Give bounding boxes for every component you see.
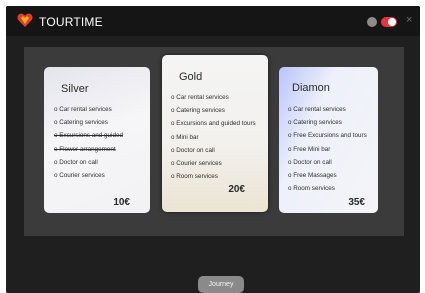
feature-item: o Doctor on call	[54, 158, 98, 166]
plan-card-diamond[interactable]: Diamon o Car rental services o Catering …	[279, 67, 378, 213]
title-bar: TOURTIME ×	[6, 6, 420, 36]
plan-features: o Car rental services o Catering service…	[288, 103, 367, 195]
feature-item: o Courier services	[171, 159, 222, 167]
feature-item: o Car rental services	[288, 106, 346, 113]
feature-item: o Catering services	[171, 107, 225, 115]
feature-item: o Courier services	[54, 171, 105, 179]
feature-item: o Catering services	[54, 119, 108, 127]
plan-card-gold[interactable]: Gold o Car rental services o Catering se…	[162, 55, 268, 212]
feature-item: o Excursions and guided	[54, 132, 123, 140]
plan-title: Gold	[179, 71, 203, 83]
theme-toggle[interactable]	[381, 17, 397, 27]
plan-price: 10€	[113, 197, 130, 208]
plan-title: Diamon	[292, 82, 330, 94]
feature-item: o Doctor on call	[288, 158, 332, 166]
feature-item: o Car rental services	[171, 94, 229, 101]
plan-card-silver[interactable]: Silver o Car rental services o Catering …	[44, 67, 150, 213]
plan-price: 20€	[228, 184, 245, 195]
feature-item: o Room services	[288, 185, 335, 193]
app-logo-icon	[17, 13, 33, 27]
feature-item: o Free Massages	[288, 171, 337, 179]
toggle-knob	[388, 18, 396, 26]
plan-features: o Car rental services o Catering service…	[171, 91, 256, 183]
feature-item: o Catering services	[288, 119, 342, 127]
feature-item: o Doctor on call	[171, 146, 215, 154]
feature-item: o Room services	[171, 173, 218, 181]
feature-item: o Free Excursions and tours	[288, 132, 367, 140]
globe-icon[interactable]	[367, 17, 377, 27]
feature-item: o Free Mini bar	[288, 145, 331, 153]
journey-button[interactable]: Journey	[198, 276, 244, 293]
feature-item: o Excursions and guided tours	[171, 120, 256, 128]
feature-item: o Flower arrangement	[54, 145, 116, 153]
plan-price: 35€	[348, 197, 365, 208]
app-title: TOURTIME	[39, 15, 103, 29]
plan-features: o Car rental services o Catering service…	[54, 103, 123, 182]
plan-title: Silver	[61, 83, 89, 95]
feature-item: o Mini bar	[171, 133, 199, 141]
feature-item: o Car rental services	[54, 106, 112, 113]
close-icon[interactable]: ×	[406, 14, 412, 26]
